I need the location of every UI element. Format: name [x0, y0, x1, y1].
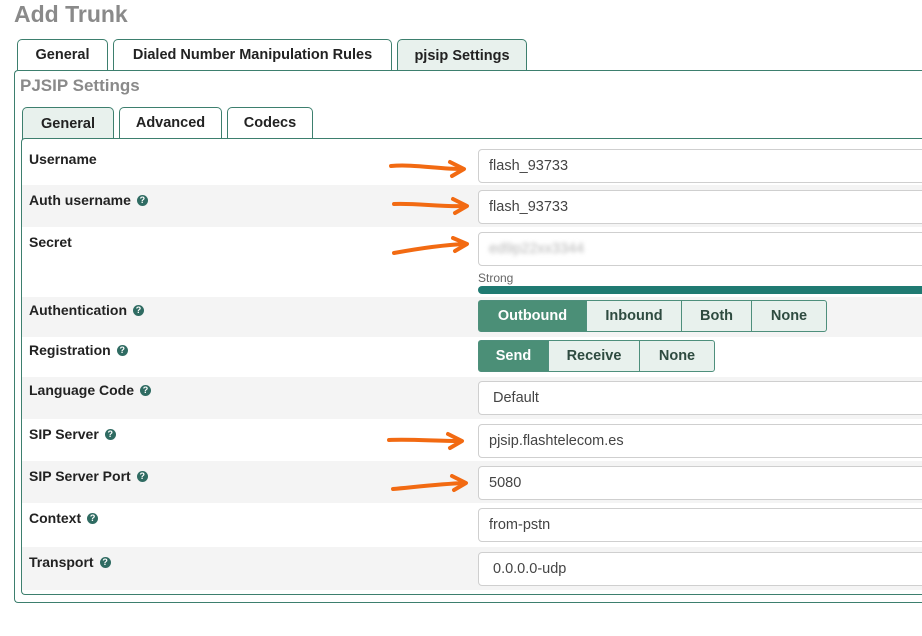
authentication-none-button[interactable]: None	[751, 300, 827, 332]
registration-row: Registration?	[22, 337, 922, 377]
authentication-label: Authentication?	[29, 302, 144, 318]
context-input[interactable]: from-pstn	[478, 508, 922, 542]
secret-label: Secret	[29, 234, 72, 250]
language-code-select[interactable]: Default	[478, 381, 922, 415]
tab-general[interactable]: General	[17, 39, 108, 70]
help-icon[interactable]: ?	[116, 344, 128, 356]
secret-input[interactable]: ed9p22xx3344	[478, 232, 922, 266]
tab-dialed-number-manipulation-rules[interactable]: Dialed Number Manipulation Rules	[113, 39, 392, 70]
arrow-right-icon	[391, 474, 468, 492]
registration-toggle-group: Send Receive None	[478, 340, 715, 372]
language-code-label: Language Code?	[29, 382, 152, 398]
sip-server-label: SIP Server?	[29, 426, 116, 442]
authentication-inbound-button[interactable]: Inbound	[586, 300, 682, 332]
authentication-both-button[interactable]: Both	[681, 300, 752, 332]
context-label: Context?	[29, 510, 99, 526]
username-input[interactable]: flash_93733	[478, 149, 922, 183]
help-icon[interactable]: ?	[104, 428, 116, 440]
authentication-toggle-group: Outbound Inbound Both None	[478, 300, 827, 332]
arrow-right-icon	[392, 236, 469, 255]
auth-username-input[interactable]: flash_93733	[478, 190, 922, 224]
username-label: Username	[29, 151, 97, 167]
inner-tab-codecs[interactable]: Codecs	[227, 107, 313, 138]
arrow-right-icon	[389, 160, 466, 178]
help-icon[interactable]: ?	[140, 384, 152, 396]
inner-tab-general[interactable]: General	[22, 107, 114, 139]
help-icon[interactable]: ?	[99, 556, 111, 568]
arrow-right-icon	[387, 432, 464, 450]
help-icon[interactable]: ?	[87, 512, 99, 524]
registration-label: Registration?	[29, 342, 128, 358]
help-icon[interactable]: ?	[136, 194, 148, 206]
help-icon[interactable]: ?	[136, 470, 148, 482]
password-strength-label: Strong	[478, 271, 514, 285]
transport-label: Transport?	[29, 554, 111, 570]
sip-server-input[interactable]: pjsip.flashtelecom.es	[478, 424, 922, 458]
sip-server-port-label: SIP Server Port?	[29, 468, 148, 484]
page-title: Add Trunk	[14, 1, 128, 27]
help-icon[interactable]: ?	[133, 304, 144, 316]
auth-username-label: Auth username?	[29, 192, 148, 208]
arrow-right-icon	[392, 197, 469, 215]
transport-select[interactable]: 0.0.0.0-udp	[478, 552, 922, 586]
registration-send-button[interactable]: Send	[478, 340, 549, 372]
tab-pjsip-settings[interactable]: pjsip Settings	[397, 39, 527, 71]
registration-receive-button[interactable]: Receive	[548, 340, 640, 372]
password-strength-bar	[478, 286, 922, 294]
registration-none-button[interactable]: None	[639, 340, 715, 372]
authentication-outbound-button[interactable]: Outbound	[478, 300, 587, 332]
inner-tab-advanced[interactable]: Advanced	[119, 107, 222, 138]
sip-server-port-input[interactable]: 5080	[478, 466, 922, 500]
section-title: PJSIP Settings	[20, 76, 140, 95]
